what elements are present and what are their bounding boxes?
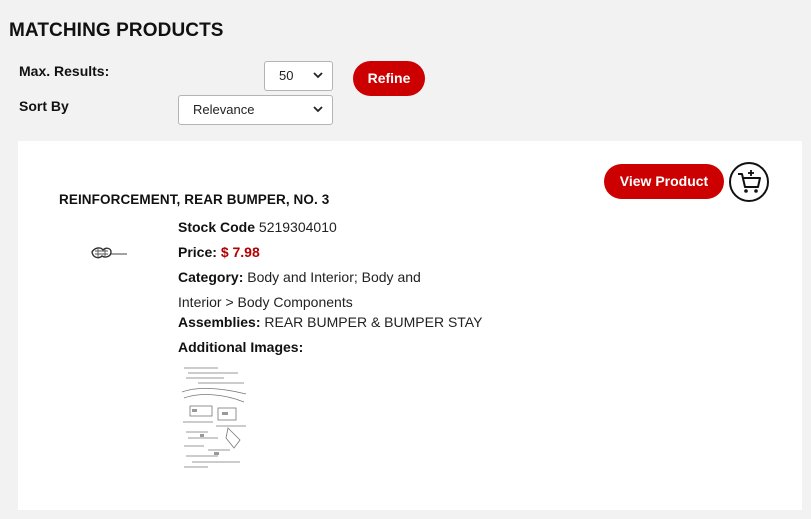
product-card: View Product REINFORCEMENT, REAR BUMPER,… (18, 141, 802, 510)
stock-code-row: Stock Code 5219304010 (178, 219, 337, 235)
additional-images-label: Additional Images: (178, 339, 304, 355)
sort-by-value: Relevance (193, 102, 255, 117)
page-title: MATCHING PRODUCTS (9, 20, 224, 41)
category-label: Category (178, 269, 239, 285)
category-row: Category: Body and Interior; Body and (178, 269, 421, 285)
assemblies-label: Assemblies: (178, 314, 261, 330)
add-to-cart-icon (738, 170, 761, 193)
chevron-down-icon (313, 72, 323, 79)
max-results-select[interactable]: 50 (264, 61, 333, 91)
product-name: REINFORCEMENT, REAR BUMPER, NO. 3 (59, 192, 330, 207)
product-thumbnail[interactable] (89, 244, 131, 264)
refine-button[interactable]: Refine (353, 61, 425, 96)
price-value: $ 7.98 (220, 244, 260, 260)
additional-image-diagram[interactable] (178, 362, 252, 472)
stock-code-label: Stock Code (178, 219, 256, 235)
chevron-down-icon (313, 106, 323, 113)
max-results-label: Max. Results: (19, 63, 110, 79)
view-product-button[interactable]: View Product (604, 164, 724, 199)
category-value-line1: Body and Interior; Body and (247, 269, 421, 285)
sort-by-select[interactable]: Relevance (178, 95, 333, 125)
assemblies-value: REAR BUMPER & BUMPER STAY (264, 314, 483, 330)
price-label: Price: (178, 244, 217, 260)
add-to-cart-button[interactable] (729, 162, 769, 202)
price-row: Price: $ 7.98 (178, 244, 260, 260)
category-value-line2: Interior > Body Components (178, 294, 353, 310)
sort-by-label: Sort By (19, 98, 69, 114)
max-results-value: 50 (279, 68, 294, 83)
assemblies-row: Assemblies: REAR BUMPER & BUMPER STAY (178, 314, 482, 330)
stock-code-value: 5219304010 (258, 219, 337, 235)
